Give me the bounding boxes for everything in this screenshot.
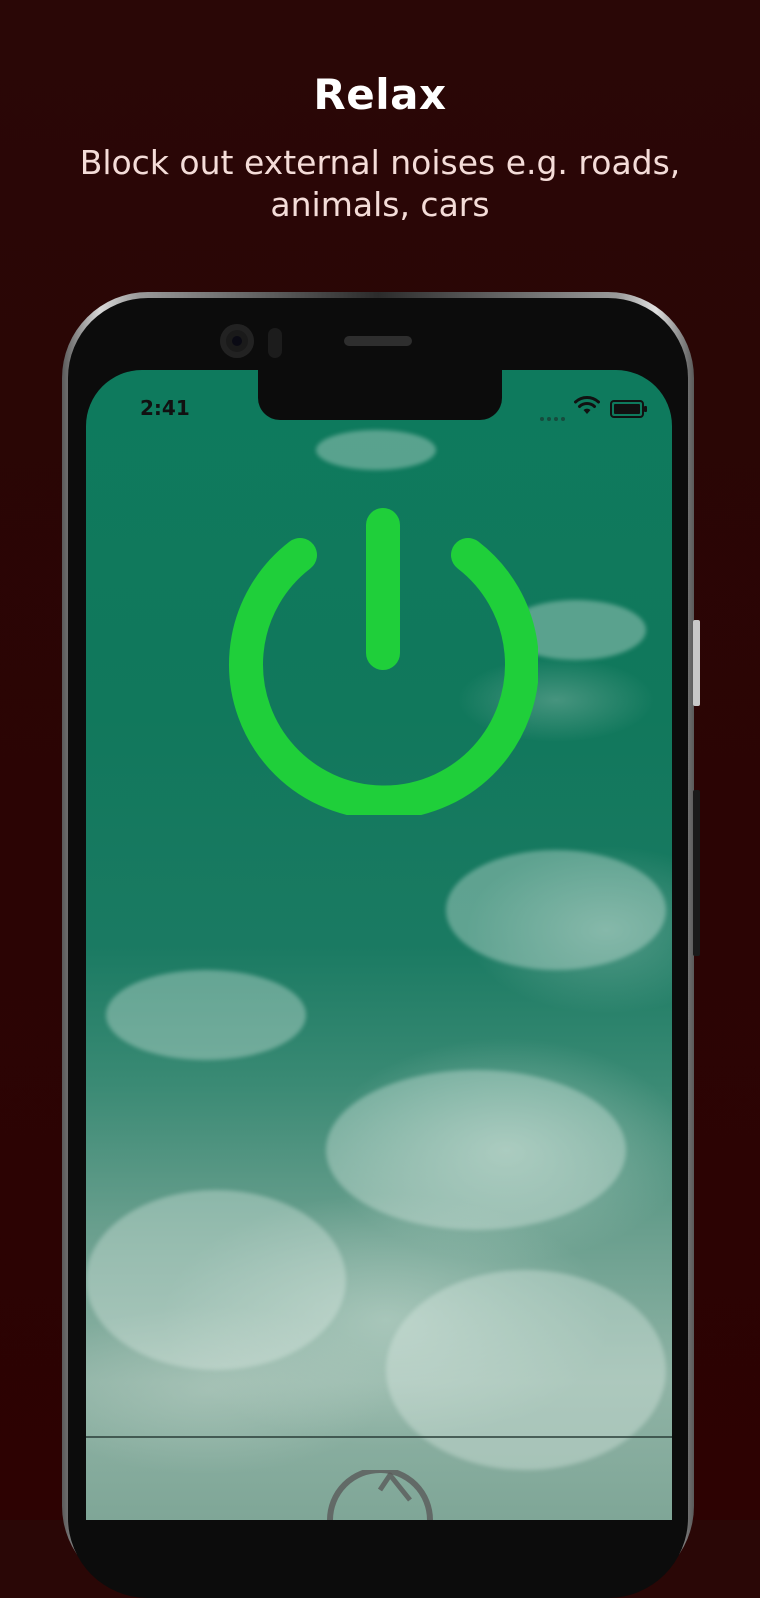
wave-foam xyxy=(386,1270,666,1470)
headline: Relax xyxy=(313,70,447,119)
signal-dots-icon xyxy=(540,408,568,426)
power-icon xyxy=(229,508,539,820)
earpiece-speaker xyxy=(344,336,412,346)
wave-foam xyxy=(316,430,436,470)
wave-foam xyxy=(86,1190,346,1370)
status-time: 2:41 xyxy=(140,396,190,420)
status-icons xyxy=(540,396,650,421)
subtitle-line-1: Block out external noises e.g. roads, xyxy=(79,143,681,182)
timer-icon[interactable] xyxy=(320,1470,440,1520)
battery-icon xyxy=(610,400,647,418)
wave-foam xyxy=(326,1070,626,1230)
notch xyxy=(258,368,502,420)
bottom-divider xyxy=(86,1436,672,1438)
subtitle-line-2: animals, cars xyxy=(270,185,490,224)
power-toggle-button[interactable] xyxy=(228,505,539,820)
wifi-icon xyxy=(574,396,600,414)
wave-foam xyxy=(106,970,306,1060)
subtitle: Block out external noises e.g. roads, an… xyxy=(60,142,700,226)
phone-side-button-volume xyxy=(693,790,700,956)
proximity-sensor xyxy=(268,328,282,358)
front-camera xyxy=(220,324,254,358)
wave-foam xyxy=(446,850,666,970)
phone-side-button-power xyxy=(693,620,700,706)
